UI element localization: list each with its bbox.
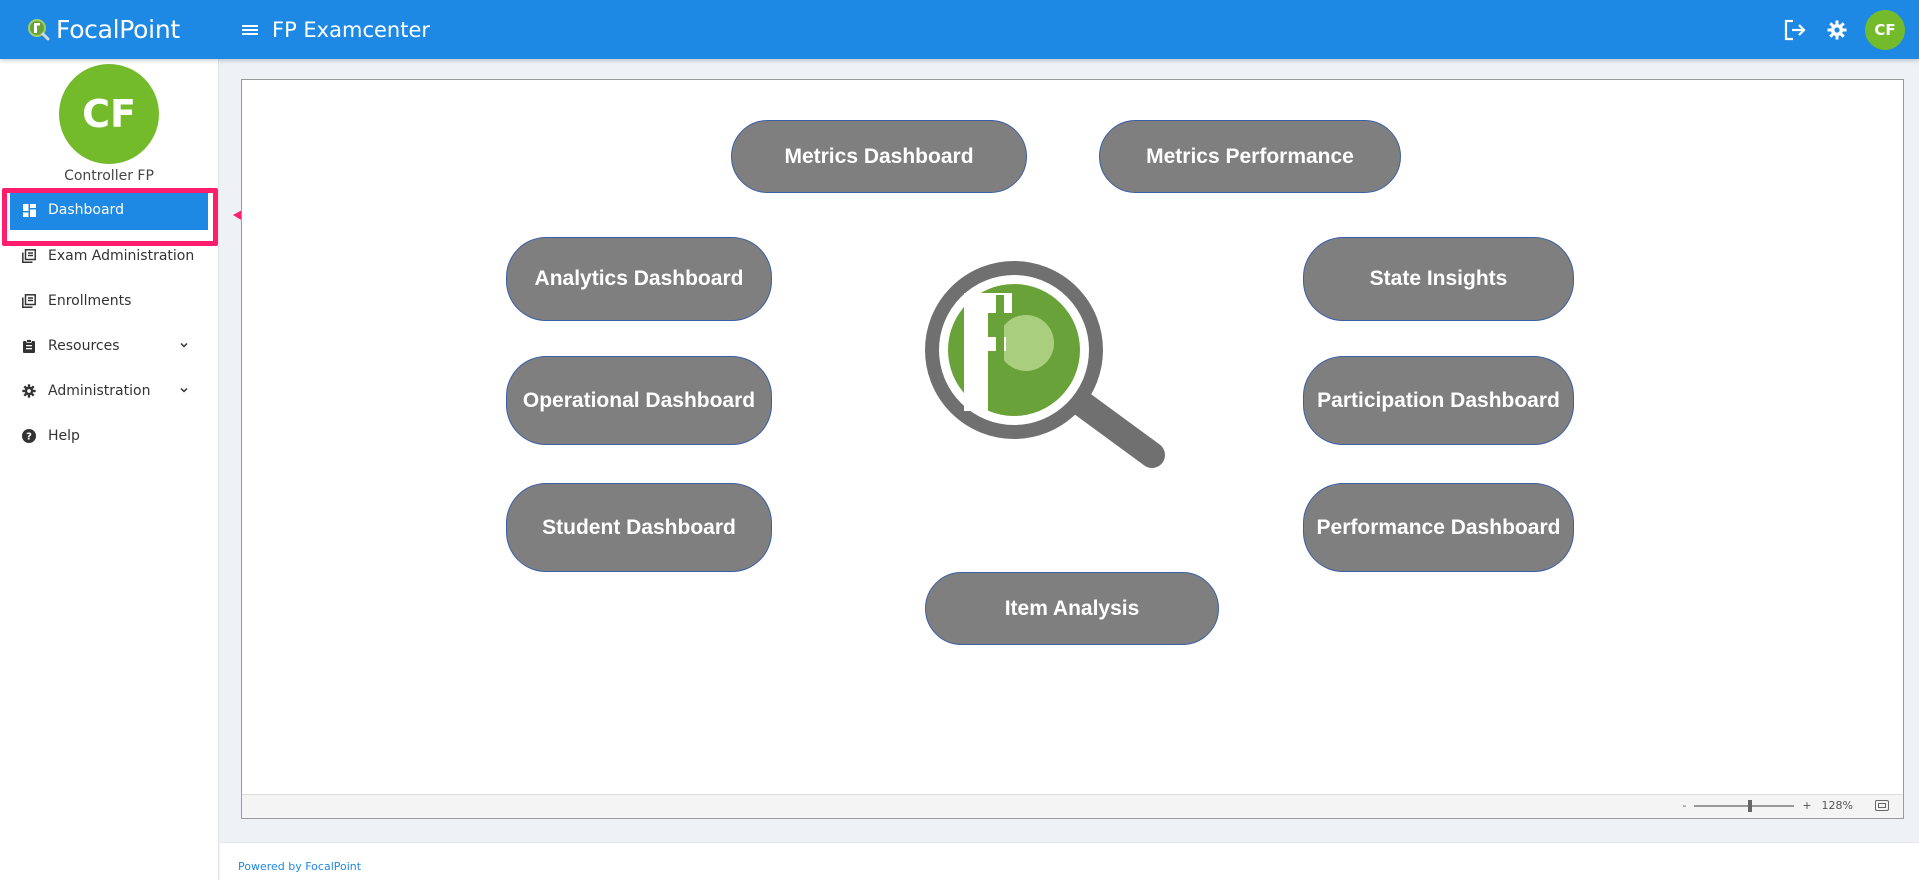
sidebar-item-enrollments[interactable]: Enrollments (0, 278, 218, 323)
sidebar-item-administration[interactable]: Administration (0, 368, 218, 413)
gear-icon (22, 383, 36, 398)
sidebar-item-label: Dashboard (48, 202, 124, 218)
help-circle-icon: ? (22, 428, 36, 443)
focalpoint-magnifier-logo-icon (925, 261, 1165, 468)
zoom-level: 128% (1821, 799, 1853, 812)
dashboard-icon (22, 203, 36, 217)
zoom-control: - + 128% (1682, 799, 1889, 812)
performance-dashboard-button[interactable]: Performance Dashboard (1303, 483, 1574, 572)
sidebar-nav: Dashboard Exam Administration Enrollment… (0, 190, 218, 458)
top-actions: CF (1781, 9, 1905, 50)
sidebar-item-label: Administration (48, 382, 151, 399)
sidebar-item-dashboard[interactable]: Dashboard (10, 190, 208, 230)
footer-link[interactable]: Powered by FocalPoint (238, 860, 361, 873)
zoom-slider-thumb[interactable] (1748, 799, 1753, 812)
metrics-performance-button[interactable]: Metrics Performance (1099, 120, 1401, 193)
user-avatar[interactable]: CF (1865, 9, 1905, 50)
chevron-down-icon[interactable] (178, 384, 190, 396)
state-insights-button[interactable]: State Insights (1303, 237, 1574, 321)
brand-name: FocalPoint (56, 15, 180, 44)
viewer-toolbar: - + 128% (242, 794, 1903, 818)
participation-dashboard-button[interactable]: Participation Dashboard (1303, 356, 1574, 445)
metrics-dashboard-button[interactable]: Metrics Dashboard (731, 120, 1027, 193)
zoom-slider[interactable] (1694, 799, 1795, 812)
dashboard-panel: Metrics Dashboard Metrics Performance An… (241, 79, 1904, 819)
sidebar-item-label: Resources (48, 337, 120, 354)
hamburger-menu-icon[interactable] (238, 18, 262, 42)
sidebar-item-label: Help (48, 427, 80, 444)
library-books-icon (22, 293, 36, 308)
sidebar-item-label: Exam Administration (48, 247, 195, 264)
logout-icon[interactable] (1781, 16, 1809, 44)
brand[interactable]: FocalPoint (26, 15, 236, 44)
zoom-in-button[interactable]: + (1802, 799, 1811, 812)
sidebar-avatar: CF (59, 64, 159, 164)
clipboard-icon (22, 338, 36, 353)
student-dashboard-button[interactable]: Student Dashboard (506, 483, 772, 572)
gear-icon[interactable] (1823, 16, 1851, 44)
zoom-out-button[interactable]: - (1682, 799, 1686, 812)
svg-text:?: ? (26, 431, 32, 442)
app-title: FP Examcenter (272, 17, 431, 42)
focalpoint-logo-icon (28, 18, 50, 40)
chevron-down-icon[interactable] (178, 339, 190, 351)
library-books-icon (22, 248, 36, 263)
sidebar-item-resources[interactable]: Resources (0, 323, 218, 368)
footer: Powered by FocalPoint (220, 842, 1919, 880)
analytics-dashboard-button[interactable]: Analytics Dashboard (506, 237, 772, 321)
operational-dashboard-button[interactable]: Operational Dashboard (506, 356, 772, 445)
top-app-bar: FocalPoint FP Examcenter CF (0, 0, 1919, 59)
item-analysis-button[interactable]: Item Analysis (925, 572, 1219, 645)
sidebar-item-exam-administration[interactable]: Exam Administration (0, 233, 218, 278)
sidebar-item-help[interactable]: ? Help (0, 413, 218, 458)
sidebar-item-label: Enrollments (48, 292, 132, 309)
fit-to-page-icon[interactable] (1875, 800, 1889, 811)
sidebar-username: Controller FP (64, 168, 154, 184)
sidebar: CF Controller FP Dashboard Exam Administ… (0, 59, 219, 880)
